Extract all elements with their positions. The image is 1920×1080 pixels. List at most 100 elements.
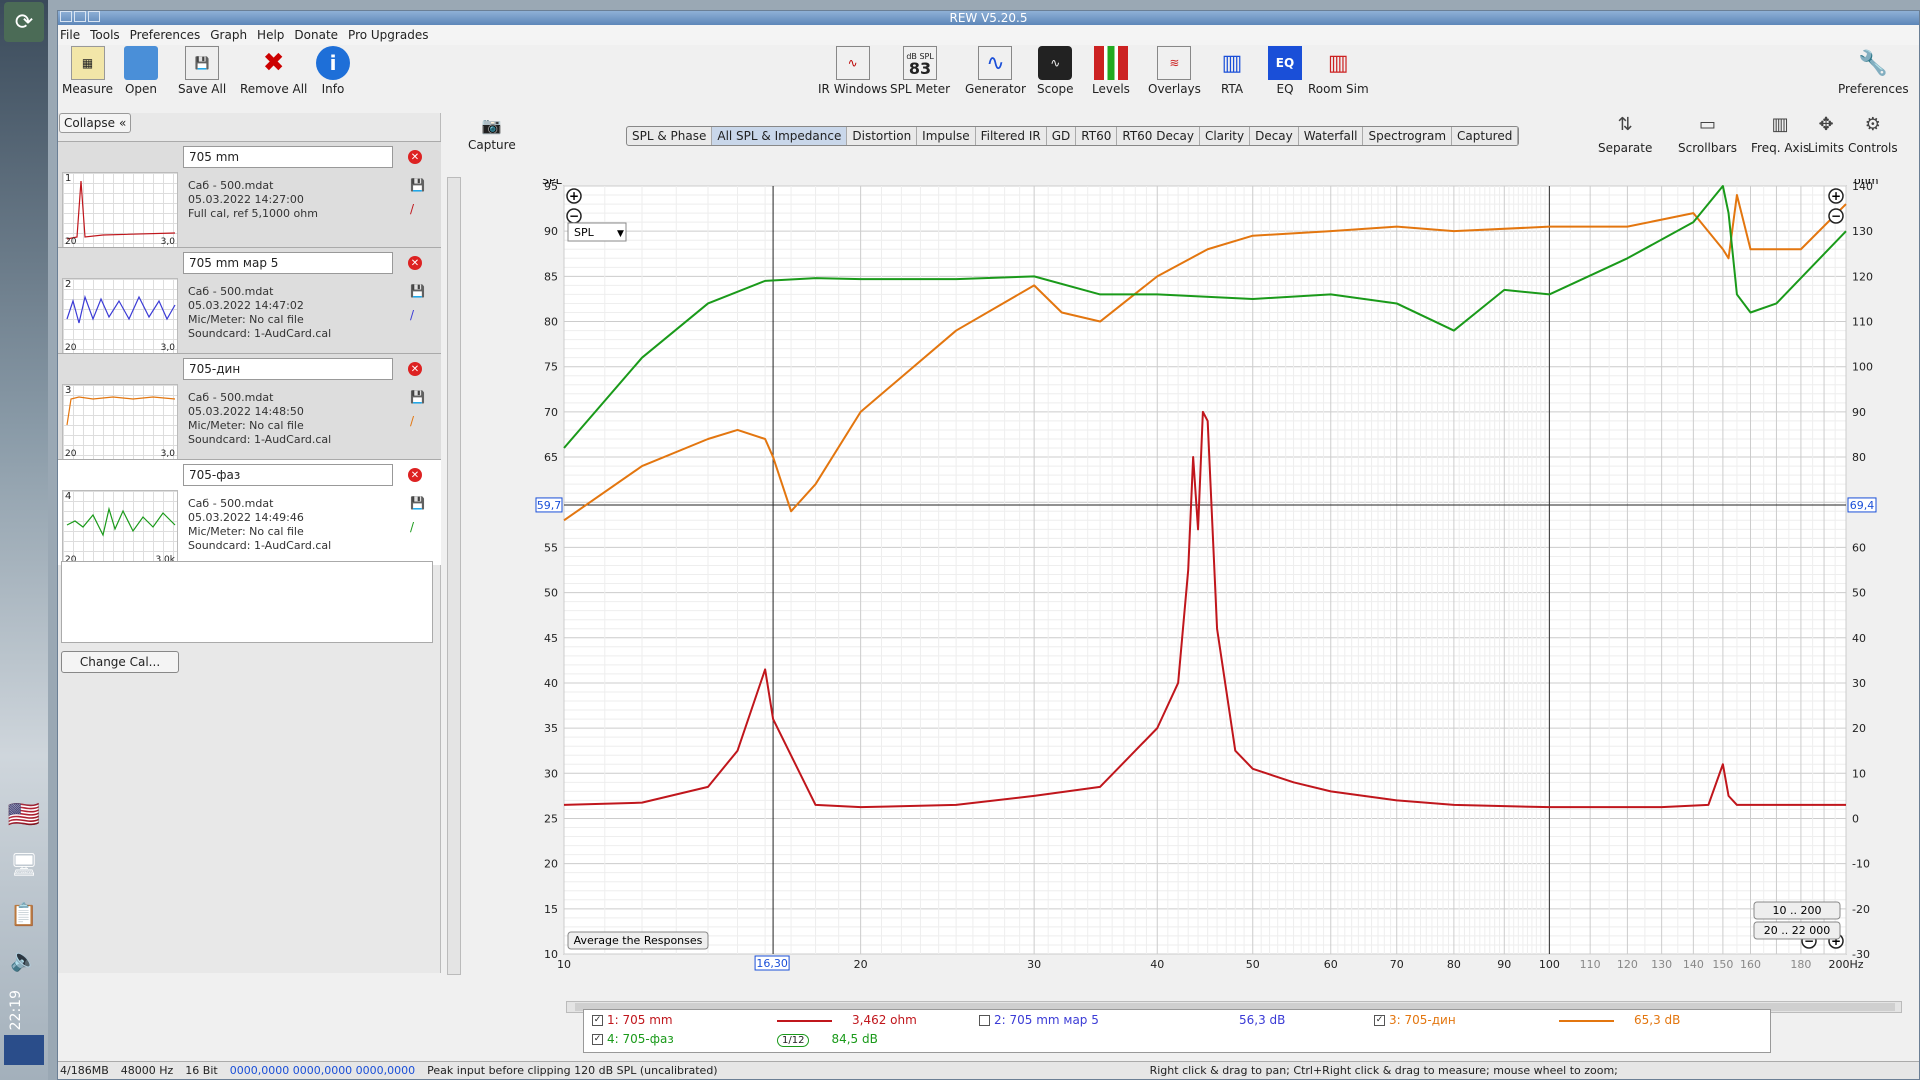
save-measurement-icon[interactable]: 💾 [410,284,425,298]
graph-tab-rt60[interactable]: RT60 [1076,127,1118,145]
delete-measurement-icon[interactable]: ✕ [408,362,422,376]
spl-meter-button[interactable]: dB SPL 83 SPL Meter [890,46,950,96]
menu-donate[interactable]: Donate [294,28,338,42]
graph-tab-rt60-decay[interactable]: RT60 Decay [1117,127,1200,145]
graph-tab-gd[interactable]: GD [1047,127,1077,145]
freq-axis-button[interactable]: ▥ Freq. Axis [1751,114,1809,155]
maximize-window-icon[interactable] [88,11,100,22]
controls-button[interactable]: ⚙ Controls [1848,114,1898,155]
measurement-file: Саб - 500.mdat [188,497,274,510]
save-measurement-icon[interactable]: 💾 [410,496,425,510]
legend-item-3[interactable]: ✓ 3: 705-дин 65,3 dB [1374,1013,1680,1027]
change-cal-button[interactable]: Change Cal... [61,651,179,673]
graph-tab-captured[interactable]: Captured [1452,127,1519,145]
range-10-200-button[interactable]: 10 .. 200 [1753,901,1841,920]
graph-tab-spl-phase[interactable]: SPL & Phase [627,127,713,145]
zoom-in-icon[interactable]: + [1828,188,1844,204]
notes-area[interactable] [61,561,433,643]
legend-item-4[interactable]: ✓ 4: 705-фаз 1/12 84,5 dB [592,1032,878,1047]
legend-checkbox[interactable]: ✓ [592,1015,603,1026]
eq-button[interactable]: EQ EQ [1268,46,1302,96]
menu-preferences[interactable]: Preferences [130,28,201,42]
graph-tab-all-spl-impedance[interactable]: All SPL & Impedance [712,127,848,145]
measurement-thumbnail[interactable]: 4 20 3,0k [62,490,178,566]
rta-button[interactable]: ▥ RTA [1215,46,1249,97]
volume-icon[interactable]: 🔈 [4,940,44,980]
measurement-item[interactable]: 705 mm ✕ 1 20 3,0 Саб - 500.mdat 05.03.20… [58,141,441,248]
network-icon[interactable]: 🖥 [4,845,44,885]
measurement-name-field[interactable]: 705-дин [183,358,393,380]
capture-button[interactable]: 📷 Capture [468,114,516,153]
pen-icon[interactable]: / [410,520,425,534]
menu-tools[interactable]: Tools [90,28,120,42]
measurement-name-field[interactable]: 705-фаз [183,464,393,486]
measurement-name-field[interactable]: 705 mm [183,146,393,168]
preferences-button[interactable]: 🔧 Preferences [1838,46,1909,96]
us-flag-icon[interactable]: 🇺🇸 [4,795,44,835]
ir-windows-button[interactable]: ∿ IR Windows [818,46,887,96]
pen-icon[interactable]: / [410,414,425,428]
room-sim-button[interactable]: ▥ Room Sim [1308,46,1369,97]
average-button[interactable]: Average the Responses [567,931,709,950]
save-measurement-icon[interactable]: 💾 [410,178,425,192]
delete-measurement-icon[interactable]: ✕ [408,150,422,164]
menu-file[interactable]: File [60,28,80,42]
measurement-item[interactable]: 705-дин ✕ 3 20 3,0 Саб - 500.mdat 05.03.2… [58,353,441,460]
menu-pro-upgrades[interactable]: Pro Upgrades [348,28,428,42]
graph-tab-impulse[interactable]: Impulse [917,127,976,145]
collapse-button[interactable]: Collapse « [59,113,132,133]
graph-tab-distortion[interactable]: Distortion [847,127,918,145]
generator-button[interactable]: ∿ Generator [965,46,1026,96]
separate-button[interactable]: ⇅ Separate [1598,114,1652,155]
legend-checkbox[interactable]: ✓ [1374,1015,1385,1026]
pen-icon[interactable]: / [410,202,425,216]
info-button[interactable]: i Info [316,46,350,96]
zoom-in-icon[interactable]: + [566,188,582,204]
graph-tab-waterfall[interactable]: Waterfall [1299,127,1364,145]
graph-tab-clarity[interactable]: Clarity [1200,127,1251,145]
measurement-thumbnail[interactable]: 3 20 3,0 [62,384,178,460]
legend-item-1[interactable]: ✓ 1: 705 mm 3,462 ohm [592,1013,917,1027]
graph-tab-spectrogram[interactable]: Spectrogram [1363,127,1453,145]
graph-area[interactable]: 9590858075706560555045403530252015101401… [509,179,1902,979]
eq-icon: EQ [1268,46,1302,80]
measure-button[interactable]: ▦ Measure [62,46,113,96]
graph-tab-filtered-ir[interactable]: Filtered IR [976,127,1047,145]
y-left-tick: 70 [544,406,558,419]
remove-all-button[interactable]: ✖ Remove All [240,46,307,96]
measurement-thumbnail[interactable]: 2 20 3,0 [62,278,178,354]
spl-select[interactable]: SPL ▼ [567,222,627,242]
scrollbars-button[interactable]: ▭ Scrollbars [1678,114,1737,155]
save-measurement-icon[interactable]: 💾 [410,390,425,404]
legend-checkbox[interactable] [979,1015,990,1026]
measurements-scrollbar[interactable] [447,177,461,975]
legend-item-2[interactable]: 2: 705 mm мар 5 56,3 dB [979,1013,1285,1027]
minimize-window-icon[interactable] [74,11,86,22]
measurement-name-field[interactable]: 705 mm мар 5 [183,252,393,274]
measurement-item[interactable]: 705 mm мар 5 ✕ 2 20 3,0 Саб - 500.mdat 05… [58,247,441,354]
delete-measurement-icon[interactable]: ✕ [408,468,422,482]
scope-button[interactable]: ∿ Scope [1037,46,1074,96]
range-20-22000-button[interactable]: 20 .. 22 000 [1753,921,1841,940]
zoom-out-icon[interactable]: − [566,208,582,224]
menu-graph[interactable]: Graph [210,28,247,42]
app-launcher-icon[interactable]: ⟳ [4,2,44,42]
close-window-icon[interactable] [60,11,72,22]
limits-button[interactable]: ✥ Limits [1808,114,1844,155]
smoothing-badge[interactable]: 1/12 [777,1034,810,1047]
clipboard-icon[interactable]: 📋 [4,895,44,935]
save-all-button[interactable]: 💾 Save All [178,46,226,96]
show-desktop-icon[interactable] [4,1035,44,1065]
x-tick: 30 [1027,958,1041,971]
measurement-item[interactable]: 705-фаз ✕ 4 20 3,0k Саб - 500.mdat 05.03.… [58,459,441,566]
open-button[interactable]: Open [124,46,158,96]
pen-icon[interactable]: / [410,308,425,322]
legend-checkbox[interactable]: ✓ [592,1034,603,1045]
overlays-button[interactable]: ≋ Overlays [1148,46,1201,96]
delete-measurement-icon[interactable]: ✕ [408,256,422,270]
measurement-thumbnail[interactable]: 1 20 3,0 [62,172,178,248]
graph-tab-decay[interactable]: Decay [1250,127,1299,145]
zoom-out-icon[interactable]: − [1828,208,1844,224]
levels-button[interactable]: Levels [1092,46,1130,96]
menu-help[interactable]: Help [257,28,284,42]
